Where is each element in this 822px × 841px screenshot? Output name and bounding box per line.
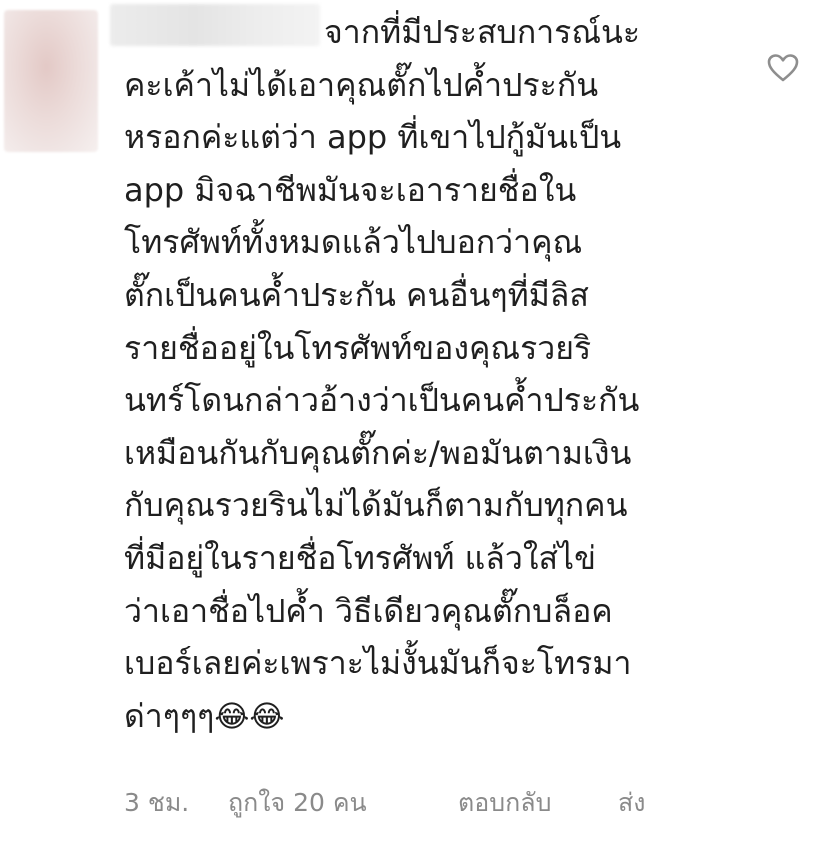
- comment-line: เหมือนกันกับคุณตั๊กค่ะ/พอมันตามเงิน: [124, 433, 632, 472]
- comment-timestamp: 3 ชม.: [124, 788, 190, 817]
- reply-button[interactable]: ตอบกลับ: [458, 783, 618, 823]
- comment-line: ที่มีอยู่ในรายชื่อโทรศัพท์ แล้วใส่ไข่: [124, 538, 596, 577]
- laughing-emoji-icon: 😂😂: [214, 699, 285, 735]
- comment-line: รายชื่ออยู่ในโทรศัพท์ของคุณรวยริ: [124, 328, 592, 367]
- comment-line: นทร์โดนกล่าวอ้างว่าเป็นคนค้ำประกัน: [124, 381, 640, 420]
- comment-line: ว่าเอาชื่อไปค้ำ วิธีเดียวคุณตั๊กบล็อค: [124, 591, 613, 630]
- comment-text: จากที่มีประสบการณ์นะ คะเค้าไม่ได้เอาคุณต…: [124, 6, 764, 742]
- comment-line-last: ด่าๆๆๆ😂😂: [124, 690, 764, 743]
- comment-line: หรอกค่ะแต่ว่า app ที่เขาไปกู้มันเป็น: [124, 118, 622, 157]
- likes-count-link[interactable]: ถูกใจ 20 คน: [228, 783, 458, 823]
- comment-meta-row: 3 ชม. ถูกใจ 20 คน ตอบกลับ ส่ง: [124, 783, 645, 823]
- comment-line: จากที่มีประสบการณ์นะ: [324, 13, 641, 51]
- avatar[interactable]: [4, 10, 98, 152]
- comment-line: โทรศัพท์ทั้งหมดแล้วไปบอกว่าคุณ: [124, 223, 583, 262]
- send-button[interactable]: ส่ง: [618, 783, 645, 823]
- comment-line: คะเค้าไม่ได้เอาคุณตั๊กไปค้ำประกัน: [124, 65, 599, 104]
- comment-line-text: ด่าๆๆๆ: [124, 696, 215, 735]
- comment-line: ตั๊กเป็นคนค้ำประกัน คนอื่นๆที่มีลิส: [124, 275, 589, 314]
- comment-line: เบอร์เลยค่ะเพราะไม่งั้นมันก็จะโทรมา: [124, 644, 632, 683]
- comment-line: กับคุณรวยรินไม่ได้มันก็ตามกับทุกคน: [124, 486, 628, 525]
- like-heart-icon[interactable]: [766, 52, 800, 84]
- comment-line: app มิจฉาชีพมันจะเอารายชื่อใน: [124, 170, 577, 209]
